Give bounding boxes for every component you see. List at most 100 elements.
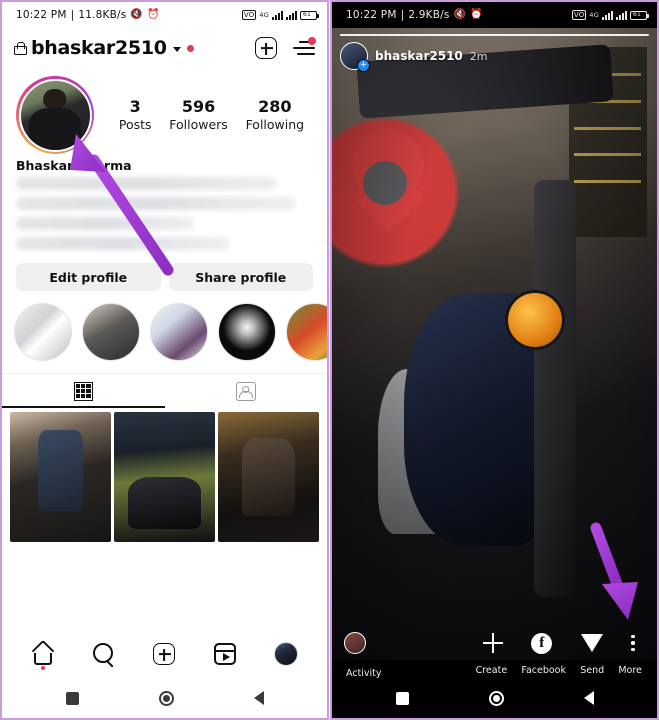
post-thumbnail[interactable]	[114, 412, 215, 543]
stat-following[interactable]: 280 Following	[245, 96, 305, 133]
post-thumbnail[interactable]	[218, 412, 319, 543]
bio-line	[16, 237, 230, 250]
stat-posts-count: 3	[129, 96, 141, 116]
story-highlights-row	[2, 291, 327, 361]
profile-avatar-icon[interactable]	[273, 642, 298, 666]
status-time: 10:22 PM	[16, 9, 67, 21]
status-time: 10:22 PM	[346, 9, 397, 21]
send-paperplane-icon	[580, 634, 603, 652]
recents-square-icon[interactable]	[395, 691, 409, 705]
stat-posts[interactable]: 3 Posts	[118, 96, 152, 133]
stat-following-count: 280	[258, 96, 292, 116]
search-icon[interactable]	[93, 643, 115, 665]
red-dot-indicator	[186, 44, 194, 52]
highlight-item[interactable]	[14, 303, 72, 361]
username-dropdown[interactable]: bhaskar2510	[14, 37, 194, 59]
add-story-plus-icon[interactable]: +	[357, 59, 370, 72]
highlight-cover	[286, 303, 327, 361]
story-action-icons: f	[469, 630, 658, 656]
motorcycle-story-photo	[332, 28, 657, 660]
profile-full-name: Bhaskar Sharma	[16, 158, 132, 173]
tagged-icon	[235, 381, 256, 401]
right-phone-frame: 10:22 PM | 2.9KB/s 🔇 ⏰ VO 4G 61 + bhaska…	[330, 0, 659, 720]
reels-icon[interactable]	[213, 643, 236, 665]
home-circle-icon[interactable]	[488, 690, 504, 706]
status-separator: |	[70, 9, 75, 21]
story-username[interactable]: bhaskar2510	[375, 49, 463, 63]
chevron-down-icon[interactable]	[172, 47, 181, 52]
profile-avatar[interactable]	[16, 76, 94, 154]
activity-avatar-icon	[344, 632, 366, 654]
post-thumbnail[interactable]	[10, 412, 111, 543]
create-plus-icon[interactable]	[153, 643, 176, 665]
stat-following-label: Following	[245, 117, 305, 133]
header-actions	[255, 37, 316, 59]
left-android-nav-bar	[2, 678, 327, 718]
status-right-group: VO 4G 61	[241, 10, 319, 20]
stat-followers-count: 596	[181, 96, 216, 116]
mute-icon: 🔇	[130, 9, 144, 20]
tab-grid[interactable]	[2, 374, 165, 408]
alarm-icon: ⏰	[470, 9, 483, 20]
story-viewer: + bhaskar2510 2m	[332, 28, 657, 660]
highlight-item[interactable]	[150, 303, 208, 361]
signal-bars-secondary-icon	[616, 10, 627, 20]
tab-tagged[interactable]	[165, 374, 328, 408]
hamburger-menu-icon[interactable]	[293, 37, 316, 56]
story-timestamp: 2m	[469, 49, 488, 63]
facebook-button[interactable]: f	[531, 630, 553, 656]
create-button[interactable]	[483, 630, 503, 656]
home-circle-icon[interactable]	[158, 690, 174, 706]
more-button[interactable]	[631, 630, 635, 656]
alarm-icon: ⏰	[147, 9, 160, 20]
story-author-avatar[interactable]: +	[340, 42, 370, 72]
highlight-item[interactable]	[286, 303, 327, 361]
left-phone-frame: 10:22 PM | 11.8KB/s 🔇 ⏰ VO 4G 61 bhaskar…	[0, 0, 329, 720]
story-action-labels: Activity Create Facebook Send More	[332, 661, 658, 680]
profile-username: bhaskar2510	[31, 37, 167, 59]
bio-line	[16, 177, 278, 190]
home-walls	[34, 653, 53, 665]
home-icon[interactable]	[31, 639, 55, 670]
highlight-cover	[82, 303, 140, 361]
stat-followers-label: Followers	[169, 117, 228, 133]
facebook-label: Facebook	[521, 664, 566, 676]
battery-icon: 61	[630, 10, 649, 20]
activity-label-wrap: Activity	[332, 661, 469, 680]
signal-bars-icon	[272, 10, 283, 20]
highlight-item[interactable]	[218, 303, 276, 361]
highlight-cover	[14, 303, 72, 361]
profile-bio-redacted	[2, 173, 327, 250]
stat-followers[interactable]: 596 Followers	[169, 96, 228, 133]
stat-posts-label: Posts	[118, 117, 152, 133]
edit-profile-button[interactable]: Edit profile	[16, 263, 161, 291]
profile-stats: 3 Posts 596 Followers 280 Following	[100, 96, 313, 133]
profile-action-buttons: Edit profile Share profile	[2, 257, 327, 291]
recents-square-icon[interactable]	[65, 691, 79, 705]
back-triangle-icon[interactable]	[253, 691, 264, 705]
left-status-bar: 10:22 PM | 11.8KB/s 🔇 ⏰ VO 4G 61	[2, 2, 327, 28]
share-profile-button[interactable]: Share profile	[168, 263, 313, 291]
highlight-item[interactable]	[82, 303, 140, 361]
vowifi-icon: VO	[241, 10, 257, 20]
profile-content-tabs	[2, 373, 327, 408]
action-labels-group: Create Facebook Send More	[469, 665, 658, 676]
status-network-speed: 11.8KB/s	[78, 9, 127, 21]
signal-bars-icon	[602, 10, 613, 20]
status-separator: |	[400, 9, 405, 21]
avatar-story-ring	[16, 76, 94, 154]
avatar-image	[18, 78, 92, 152]
right-status-bar: 10:22 PM | 2.9KB/s 🔇 ⏰ VO 4G 61	[332, 2, 657, 28]
plus-square-icon[interactable]	[255, 37, 277, 59]
highlight-cover	[218, 303, 276, 361]
activity-button[interactable]	[344, 630, 366, 656]
home-notification-dot	[41, 666, 46, 670]
signal-bars-secondary-icon	[286, 10, 297, 20]
more-label: More	[618, 664, 642, 676]
story-progress-bar	[340, 34, 649, 36]
comparison-screenshot: 10:22 PM | 11.8KB/s 🔇 ⏰ VO 4G 61 bhaskar…	[0, 0, 659, 720]
photo-vignette	[332, 28, 657, 660]
mute-icon: 🔇	[453, 9, 467, 20]
back-triangle-icon[interactable]	[583, 691, 594, 705]
send-button[interactable]	[580, 630, 603, 656]
